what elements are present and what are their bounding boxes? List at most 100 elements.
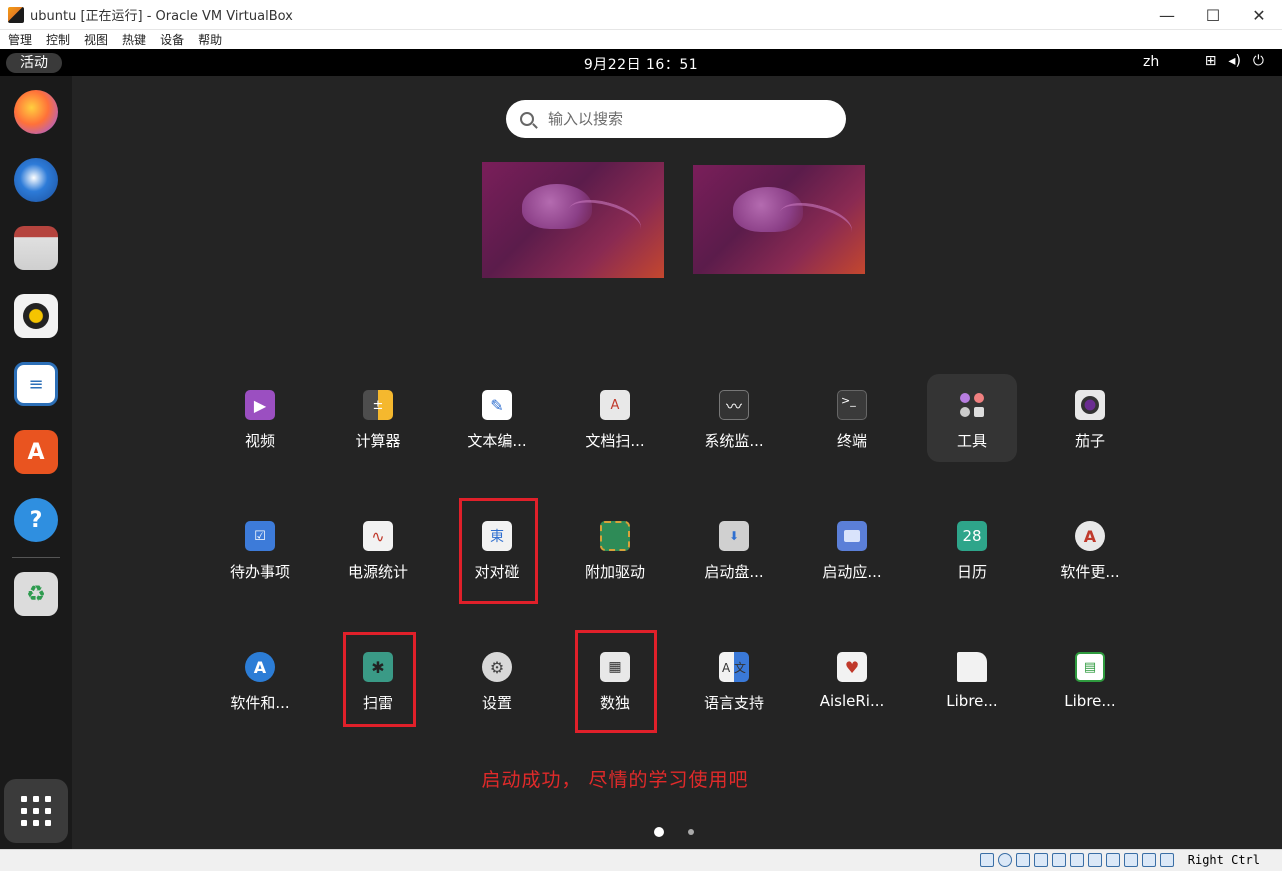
app-document-scanner[interactable]: A 文档扫... [570, 374, 660, 462]
page-indicator[interactable] [654, 827, 694, 837]
page-dot-active[interactable] [654, 827, 664, 837]
libreoffice-calc-icon: ▤ [1075, 652, 1105, 682]
document-scanner-icon: A [600, 390, 630, 420]
app-libreoffice-draw[interactable]: Libre... [927, 636, 1017, 724]
menu-devices[interactable]: 设备 [160, 31, 184, 48]
shared-folder-icon[interactable] [1070, 853, 1084, 867]
help-icon[interactable]: ? [14, 498, 58, 542]
thunderbird-icon[interactable] [14, 158, 58, 202]
window-titlebar: ubuntu [正在运行] - Oracle VM VirtualBox — ☐… [0, 0, 1282, 30]
maximize-button[interactable]: ☐ [1190, 0, 1236, 30]
app-cheese[interactable]: 茄子 [1045, 374, 1135, 462]
dock: ≡ A ? ♻ [0, 76, 72, 849]
app-label: 视频 [244, 432, 275, 450]
mouse-integration-icon[interactable] [1142, 853, 1156, 867]
app-language-support[interactable]: A 文语言支持 [689, 636, 779, 724]
dock-separator [12, 557, 60, 558]
highlight-box-mines [343, 632, 416, 727]
search-input[interactable] [548, 110, 818, 128]
todo-icon: ☑ [245, 521, 275, 551]
app-aisleriot[interactable]: ♥ AisleRi... [807, 636, 897, 724]
terminal-icon: >_ [837, 390, 867, 420]
app-label: 启动应... [822, 563, 882, 581]
firefox-icon[interactable] [14, 90, 58, 134]
highlight-box-mahjongg [459, 498, 538, 604]
app-calculator[interactable]: ± 计算器 [333, 374, 423, 462]
app-software-properties[interactable]: A 软件和... [215, 636, 305, 724]
app-label: 软件和... [230, 694, 290, 712]
app-label: 文档扫... [585, 432, 645, 450]
close-button[interactable]: ✕ [1236, 0, 1282, 30]
app-todo[interactable]: ☑ 待办事项 [215, 505, 305, 593]
app-label: 计算器 [355, 432, 401, 450]
app-text-editor[interactable]: ✎ 文本编... [452, 374, 542, 462]
menu-hotkeys[interactable]: 热键 [122, 31, 146, 48]
libreoffice-writer-icon[interactable]: ≡ [14, 362, 58, 406]
app-label: 启动盘... [704, 563, 764, 581]
app-video[interactable]: ▶ 视频 [215, 374, 305, 462]
app-libreoffice-calc[interactable]: ▤ Libre... [1045, 636, 1135, 724]
app-terminal[interactable]: >_ 终端 [807, 374, 897, 462]
usb-icon[interactable] [1052, 853, 1066, 867]
annotation-text: 启动成功， 尽情的学习使用吧 [481, 769, 749, 791]
app-settings[interactable]: ⚙ 设置 [452, 636, 542, 724]
app-software-updater[interactable]: A 软件更... [1045, 505, 1135, 593]
rhythmbox-icon[interactable] [14, 294, 58, 338]
app-label: 设置 [481, 694, 512, 712]
network-adapter-icon[interactable] [1034, 853, 1048, 867]
app-additional-drivers[interactable]: 附加驱动 [570, 505, 660, 593]
audio-icon[interactable] [1016, 853, 1030, 867]
app-label: 终端 [836, 432, 867, 450]
recording-icon[interactable] [1106, 853, 1120, 867]
workspace-thumbnail-2[interactable] [693, 165, 865, 274]
system-tray[interactable]: ⊞ ◂) ⏻ [1205, 53, 1264, 69]
guest-screen: 活动 9月22日 16：51 zh ⊞ ◂) ⏻ ≡ A ? ♻ ▶视 [0, 49, 1282, 849]
app-calendar[interactable]: 28 日历 [927, 505, 1017, 593]
app-label: 待办事项 [229, 563, 290, 581]
network-icon: ⊞ [1204, 53, 1217, 69]
virtualbox-icon [8, 6, 24, 23]
app-utilities-folder[interactable]: 工具 [927, 374, 1017, 462]
app-label: 语言支持 [703, 694, 764, 712]
workspace-thumbnail-1[interactable] [482, 162, 664, 278]
menu-help[interactable]: 帮助 [198, 31, 222, 48]
calculator-icon: ± [363, 390, 393, 420]
volume-icon: ◂) [1228, 53, 1241, 69]
input-method-indicator[interactable]: zh [1143, 54, 1159, 70]
app-startup-applications[interactable]: 启动应... [807, 505, 897, 593]
libreoffice-draw-icon [957, 652, 987, 682]
page-dot[interactable] [688, 829, 694, 835]
minimize-button[interactable]: — [1144, 0, 1190, 30]
app-label: AisleRi... [819, 692, 885, 710]
menu-manage[interactable]: 管理 [8, 31, 32, 48]
keyboard-capture-icon[interactable] [1160, 853, 1174, 867]
app-label: 软件更... [1060, 563, 1120, 581]
files-icon[interactable] [14, 226, 58, 270]
text-editor-icon: ✎ [482, 390, 512, 420]
app-label: 茄子 [1074, 432, 1105, 450]
search-icon [520, 112, 534, 126]
app-label: 附加驱动 [584, 563, 645, 581]
window-controls: — ☐ ✕ [1144, 0, 1282, 30]
video-icon: ▶ [245, 390, 275, 420]
menu-view[interactable]: 视图 [84, 31, 108, 48]
ubuntu-software-icon[interactable]: A [14, 430, 58, 474]
clock[interactable]: 9月22日 16：51 [0, 54, 1282, 74]
app-system-monitor[interactable]: 〰系统监... [689, 374, 779, 462]
search-bar[interactable] [506, 100, 846, 138]
app-startup-disk[interactable]: ⬇ 启动盘... [689, 505, 779, 593]
software-updater-icon: A [1075, 521, 1105, 551]
additional-drivers-icon [600, 521, 630, 551]
status-icons [980, 853, 1174, 867]
display-icon[interactable] [1088, 853, 1102, 867]
gnome-top-bar: 活动 9月22日 16：51 zh ⊞ ◂) ⏻ [0, 49, 1282, 76]
menu-control[interactable]: 控制 [46, 31, 70, 48]
app-power-statistics[interactable]: ∿ 电源统计 [333, 505, 423, 593]
power-statistics-icon: ∿ [363, 521, 393, 551]
cheese-icon [1075, 390, 1105, 420]
optical-drive-icon[interactable] [998, 853, 1012, 867]
trash-icon[interactable]: ♻ [14, 572, 58, 616]
virtualization-icon[interactable] [1124, 853, 1138, 867]
app-label: 日历 [956, 563, 987, 581]
hard-disk-icon[interactable] [980, 853, 994, 867]
